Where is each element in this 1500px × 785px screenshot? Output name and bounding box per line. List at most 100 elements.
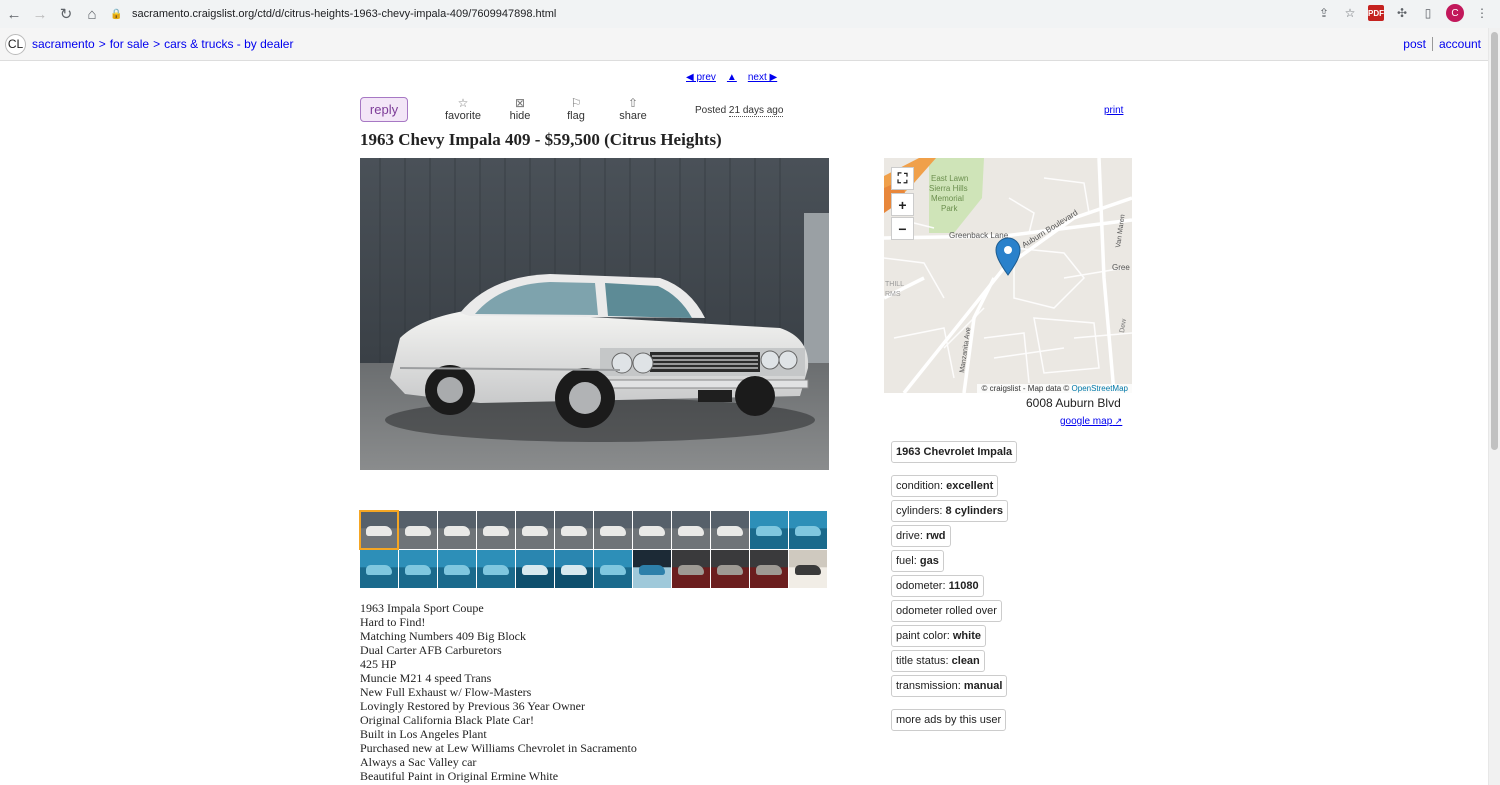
reload-icon[interactable]: ↻ [54, 2, 78, 26]
attribute-2: drive: rwd [891, 525, 951, 547]
craigslist-logo[interactable]: CL [5, 33, 26, 55]
breadcrumb-cars-trucks-dealer[interactable]: cars & trucks - by dealer [164, 37, 293, 51]
thumbnail[interactable] [359, 510, 399, 550]
map-zoom-in-button[interactable]: + [891, 193, 914, 216]
extensions-puzzle-icon[interactable]: ✣ [1394, 5, 1410, 21]
reply-button[interactable]: reply [360, 97, 408, 122]
profile-avatar[interactable]: C [1446, 4, 1464, 22]
breadcrumb-for-sale[interactable]: for sale [110, 37, 149, 51]
thumbnail[interactable] [672, 550, 710, 588]
attribute-label: fuel: [896, 555, 920, 567]
thumbnail[interactable] [477, 550, 515, 588]
description-line: Purchased new at Lew Williams Chevrolet … [360, 741, 637, 755]
attribute-5: odometer rolled over [891, 600, 1002, 622]
bookmark-star-icon[interactable]: ☆ [1342, 5, 1358, 21]
menu-kebab-icon[interactable]: ⋮ [1474, 5, 1490, 21]
next-link[interactable]: next ▶ [748, 72, 777, 83]
posted-time: 21 days ago [728, 105, 784, 117]
map-attribution: © craigslist - Map data © OpenStreetMap [977, 384, 1132, 393]
thumbnail[interactable] [789, 511, 827, 549]
favorite-button[interactable]: ☆ favorite [441, 96, 485, 123]
thumbnail-grid [359, 510, 829, 588]
flag-button[interactable]: ⚐ flag [554, 97, 598, 123]
description-line: 425 HP [360, 657, 397, 671]
attribute-3: fuel: gas [891, 550, 944, 572]
map-label-hill-1: THILL [885, 281, 904, 288]
map-zoom-out-button[interactable]: − [891, 217, 914, 240]
share-label: share [619, 110, 647, 122]
posting-title: 1963 Chevy Impala 409 - $59,500 (Citrus … [360, 130, 722, 149]
thumbnail[interactable] [516, 550, 554, 588]
cl-header: CL sacramento > for sale > cars & trucks - b… [0, 28, 1488, 61]
map-fullscreen-button[interactable]: ⛶ [891, 167, 914, 190]
description-line: Original California Black Plate Car! [360, 713, 534, 727]
map-label-greenback: Greenback Lane [949, 231, 1009, 240]
attribute-label: condition: [896, 480, 947, 492]
attribute-value: clean [951, 655, 980, 667]
prev-link[interactable]: ◀ prev [686, 72, 716, 83]
home-icon[interactable]: ⌂ [80, 2, 104, 26]
thumbnail-subject [639, 565, 665, 575]
thumbnail[interactable] [399, 550, 437, 588]
description-line: Built in Los Angeles Plant [360, 727, 487, 741]
thumbnail[interactable] [399, 511, 437, 549]
star-icon: ☆ [457, 96, 469, 110]
account-link[interactable]: account [1439, 37, 1481, 51]
thumbnail[interactable] [711, 511, 749, 549]
external-link-icon: ↗ [1112, 416, 1123, 426]
thumbnail[interactable] [750, 511, 788, 549]
more-ads-button[interactable]: more ads by this user [891, 709, 1007, 731]
thumbnail[interactable] [555, 550, 593, 588]
hide-button[interactable]: ⊠ hide [498, 97, 542, 123]
pdf-extension-icon[interactable]: PDF [1368, 5, 1384, 21]
thumbnail[interactable] [594, 550, 632, 588]
description-line: New Full Exhaust w/ Flow-Masters [360, 685, 532, 699]
thumbnail-subject [678, 565, 704, 575]
posted-date: Posted 21 days ago [695, 105, 784, 117]
forward-icon[interactable]: → [28, 2, 52, 26]
thumbnail[interactable] [438, 511, 476, 549]
thumbnail[interactable] [633, 511, 671, 549]
side-panel-icon[interactable]: ▯ [1420, 5, 1436, 21]
attribute-value: gas [919, 555, 939, 567]
google-map-link[interactable]: google map ↗ [1060, 416, 1122, 427]
print-link[interactable]: print [1104, 105, 1123, 116]
thumbnail[interactable] [633, 550, 671, 588]
up-link[interactable]: ▲ [727, 72, 737, 83]
page-scrollbar[interactable] [1488, 28, 1500, 785]
back-icon[interactable]: ← [2, 2, 26, 26]
thumbnail[interactable] [477, 511, 515, 549]
thumbnail[interactable] [711, 550, 749, 588]
scrollbar-thumb[interactable] [1491, 32, 1498, 450]
post-link[interactable]: post [1403, 37, 1426, 51]
attribute-label: drive: [896, 530, 926, 542]
breadcrumb-sacramento[interactable]: sacramento [32, 37, 95, 51]
description-line: Dual Carter AFB Carburetors [360, 643, 502, 657]
share-button[interactable]: ⇧ share [611, 97, 655, 123]
thumbnail[interactable] [789, 550, 827, 588]
thumbnail[interactable] [750, 550, 788, 588]
main-photo[interactable] [360, 158, 829, 470]
thumbnail[interactable] [360, 550, 398, 588]
posting-body: 1963 Impala Sport Coupe Hard to Find! Matc… [360, 601, 830, 783]
address-bar[interactable]: 🔒 sacramento.craigslist.org/ctd/d/citrus… [110, 3, 1370, 25]
car-photo-graphic [360, 158, 829, 470]
attribute-4: odometer: 11080 [891, 575, 984, 597]
thumbnail-subject [366, 565, 392, 575]
share-page-icon[interactable]: ⇪ [1316, 5, 1332, 21]
osm-link[interactable]: OpenStreetMap [1072, 384, 1128, 393]
thumbnail[interactable] [672, 511, 710, 549]
location-map[interactable]: East Lawn Sierra Hills Memorial Park Gre… [884, 158, 1132, 393]
header-links: post account [1403, 37, 1481, 51]
thumbnail[interactable] [438, 550, 476, 588]
flag-label: flag [567, 110, 585, 122]
thumbnail[interactable] [516, 511, 554, 549]
thumbnail-subject [522, 526, 548, 536]
thumbnail-subject [522, 565, 548, 575]
thumbnail[interactable] [555, 511, 593, 549]
description-line: Hard to Find! [360, 615, 426, 629]
thumbnail[interactable] [594, 511, 632, 549]
thumbnail-subject [444, 526, 470, 536]
attribute-label: paint color: [896, 630, 953, 642]
thumbnail-subject [444, 565, 470, 575]
